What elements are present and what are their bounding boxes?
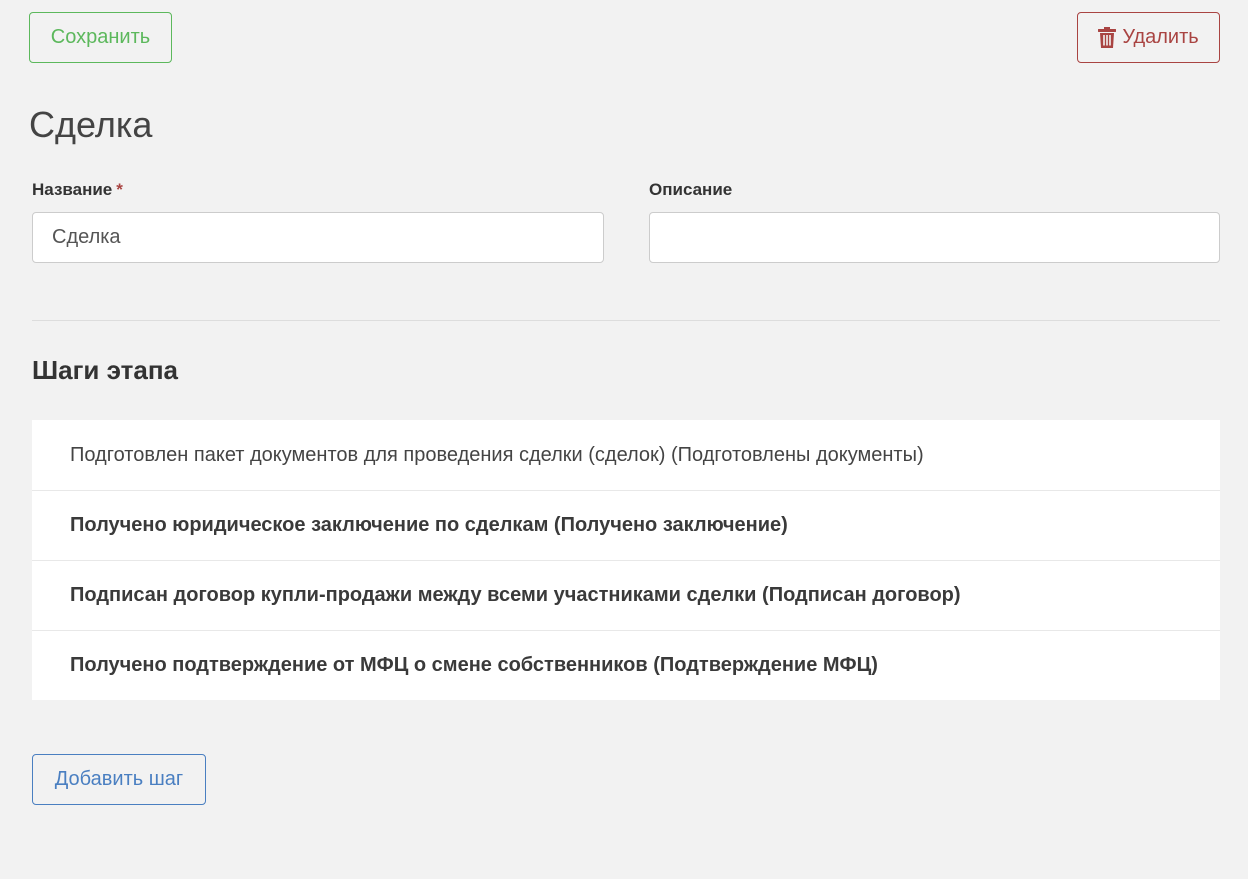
step-item[interactable]: Получено юридическое заключение по сделк… [32, 490, 1220, 560]
save-button[interactable]: Сохранить [29, 12, 172, 63]
section-divider [32, 320, 1220, 321]
step-item[interactable]: Подготовлен пакет документов для проведе… [32, 420, 1220, 490]
trash-icon [1098, 27, 1117, 48]
step-item[interactable]: Подписан договор купли-продажи между все… [32, 560, 1220, 630]
add-step-button[interactable]: Добавить шаг [32, 754, 206, 805]
required-mark: * [116, 180, 123, 199]
delete-button[interactable]: Удалить [1077, 12, 1220, 63]
delete-button-label: Удалить [1122, 26, 1199, 48]
step-item[interactable]: Получено подтверждение от МФЦ о смене со… [32, 630, 1220, 700]
page-title: Сделка [29, 104, 153, 145]
description-field-label: Описание [649, 180, 733, 199]
description-input[interactable] [649, 212, 1220, 263]
steps-list: Подготовлен пакет документов для проведе… [32, 420, 1220, 700]
steps-section-title: Шаги этапа [32, 355, 178, 385]
name-input[interactable] [32, 212, 604, 263]
name-label-text: Название [32, 180, 113, 199]
name-field-label: Название * [32, 180, 123, 200]
